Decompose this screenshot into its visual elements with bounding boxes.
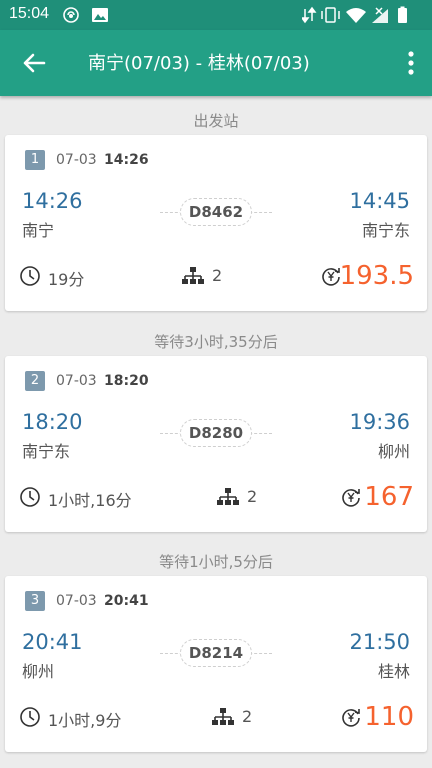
more-options-button[interactable]	[404, 48, 418, 78]
departure-station: 南宁	[22, 221, 55, 240]
departure-time: 14:26	[22, 189, 83, 213]
arrival-time: 19:36	[349, 410, 410, 434]
clock-icon	[20, 707, 40, 727]
arrow-left-icon	[23, 53, 46, 73]
changes-count: 2	[242, 707, 253, 726]
back-button[interactable]	[18, 47, 50, 79]
data-arrows-icon	[300, 6, 317, 24]
departure-time: 18:20	[22, 410, 83, 434]
arrival-station: 南宁东	[361, 221, 410, 240]
page-title: 南宁(07/03) - 桂林(07/03)	[88, 53, 310, 74]
leg-index-badge: 3	[25, 591, 45, 611]
departure-time: 20:41	[22, 630, 83, 654]
vibrate-icon	[321, 7, 340, 23]
train-number: D8214	[180, 639, 252, 667]
section-label-wait-2: 等待1小时,5分后	[159, 553, 273, 571]
price: 167	[364, 482, 414, 512]
wifi-hotspot-icon	[63, 7, 79, 23]
changes-count: 2	[212, 266, 223, 285]
section-label-departure: 出发站	[193, 112, 239, 130]
leg-date: 07-03	[56, 152, 97, 168]
app-bar: 南宁(07/03) - 桂林(07/03)	[0, 30, 432, 96]
clock-icon	[20, 266, 40, 286]
arrival-station: 桂林	[377, 662, 410, 681]
arrival-time: 21:50	[349, 630, 410, 654]
train-number: D8280	[180, 419, 252, 447]
section-label-wait-1: 等待3小时,35分后	[154, 333, 278, 351]
leg-depart-time-header: 14:26	[104, 152, 149, 168]
image-icon	[92, 8, 108, 22]
battery-icon	[398, 6, 407, 23]
clock-icon	[20, 487, 40, 507]
changes-count: 2	[247, 487, 258, 506]
departure-station: 柳州	[22, 662, 55, 681]
yen-refresh-icon	[342, 489, 360, 507]
wifi-icon	[346, 8, 366, 23]
more-vert-icon	[408, 51, 414, 75]
status-right-icons	[300, 6, 420, 28]
sitemap-icon	[212, 708, 234, 725]
leg-card-3[interactable]: 3 07-03 20:41 20:41 柳州 D8214 21:50 桂林 1小…	[5, 576, 427, 752]
sitemap-icon	[217, 488, 239, 505]
arrival-station: 柳州	[377, 442, 410, 461]
leg-depart-time-header: 18:20	[104, 373, 149, 389]
price: 193.5	[339, 261, 414, 291]
yen-refresh-icon	[342, 709, 360, 727]
duration-text: 19分	[48, 270, 85, 289]
status-bar: 15:04	[0, 0, 432, 30]
leg-card-2[interactable]: 2 07-03 18:20 18:20 南宁东 D8280 19:36 柳州 1…	[5, 356, 427, 532]
leg-index-badge: 1	[25, 150, 45, 170]
duration-text: 1小时,9分	[48, 711, 122, 730]
sitemap-icon	[182, 267, 204, 284]
leg-depart-time-header: 20:41	[104, 593, 149, 609]
duration-text: 1小时,16分	[48, 491, 132, 510]
status-time: 15:04	[9, 5, 50, 22]
no-signal-icon	[372, 7, 388, 23]
leg-date: 07-03	[56, 593, 97, 609]
price: 110	[364, 702, 414, 732]
status-left-icons	[62, 6, 118, 28]
leg-index-badge: 2	[25, 371, 45, 391]
leg-card-1[interactable]: 1 07-03 14:26 14:26 南宁 D8462 14:45 南宁东 1…	[5, 135, 427, 311]
departure-station: 南宁东	[22, 442, 71, 461]
train-number: D8462	[180, 198, 252, 226]
arrival-time: 14:45	[349, 189, 410, 213]
leg-date: 07-03	[56, 373, 97, 389]
